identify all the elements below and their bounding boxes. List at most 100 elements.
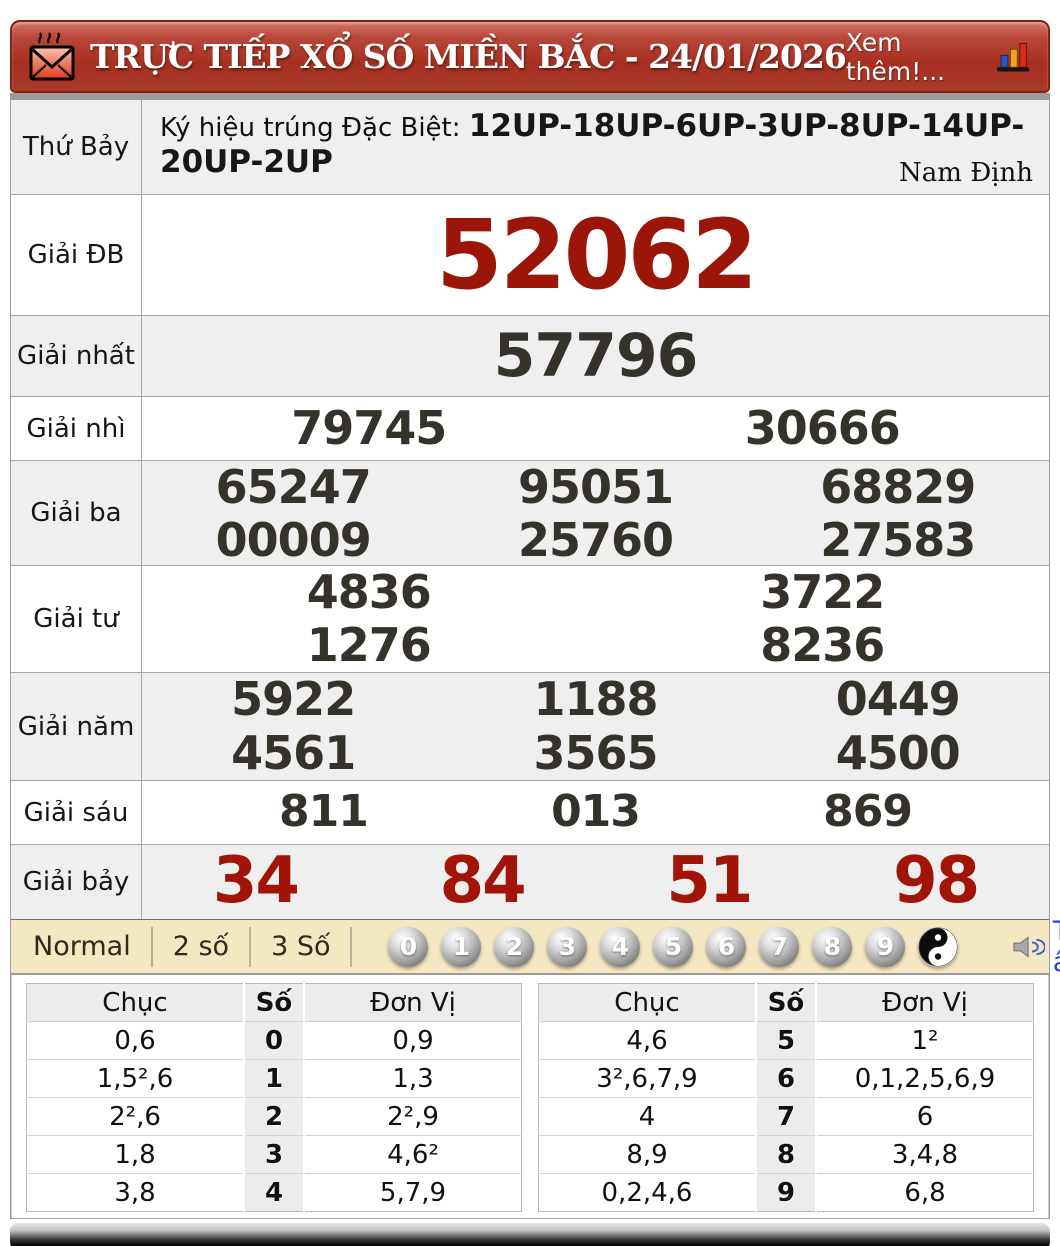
prize-number: 5922 xyxy=(231,672,356,727)
digit-ball-1[interactable]: 1 xyxy=(441,926,482,967)
mode-normal-button[interactable]: Normal xyxy=(21,926,153,967)
chuc-cell: 8,9 xyxy=(538,1135,756,1174)
prize-number: 00009 xyxy=(215,512,372,567)
prize-number: 95051 xyxy=(517,460,674,514)
prize-label: Giải nhất xyxy=(11,316,142,396)
col-header-so: Số xyxy=(243,983,305,1022)
chuc-cell: 3,8 xyxy=(114,1177,156,1208)
prize-numbers: 52062 xyxy=(142,195,1049,315)
chuc-cell: 3²,6,7,9 xyxy=(538,1059,756,1098)
bar-chart-icon[interactable] xyxy=(996,38,1032,76)
digit-ball-0[interactable]: 0 xyxy=(388,926,429,967)
results-table: Thứ Bảy Ký hiệu trúng Đặc Biệt: 12UP-18U… xyxy=(10,93,1060,1219)
prize-row-seventh: Giải bảy 34 84 51 98 xyxy=(11,844,1049,919)
digit-ball-2[interactable]: 2 xyxy=(494,926,535,967)
prize-number: 3565 xyxy=(533,725,658,780)
speaker-icon xyxy=(1013,935,1045,958)
so-cell: 2 xyxy=(243,1097,305,1136)
digit-ball-3[interactable]: 3 xyxy=(547,926,588,967)
digit-ball-9[interactable]: 9 xyxy=(865,926,906,967)
prize-number: 52062 xyxy=(436,198,758,311)
prize-number: 57796 xyxy=(493,320,699,391)
sign-cell: Ký hiệu trúng Đặc Biệt: 12UP-18UP-6UP-3U… xyxy=(142,100,1049,194)
table-row: 0,2,4,6 9 6,8 xyxy=(539,1173,1034,1212)
so-cell: 3 xyxy=(243,1135,305,1174)
prize-numbers: 4836 3722 1276 8236 xyxy=(142,566,1049,672)
digit-ball-8[interactable]: 8 xyxy=(812,926,853,967)
table-row: 1,8 3 4,6² xyxy=(26,1135,522,1174)
so-cell: 8 xyxy=(755,1135,817,1174)
donvi-cell: 5,7,9 xyxy=(379,1177,447,1208)
control-bar: Normal 2 số 3 Số 0 1 2 3 4 5 6 7 8 9 xyxy=(11,916,1060,978)
col-header-donvi: Đơn Vị xyxy=(816,983,1034,1022)
so-cell: 0 xyxy=(243,1021,305,1060)
table-row: 3,8 4 5,7,9 xyxy=(27,1173,522,1212)
col-header-so: Số xyxy=(755,983,817,1022)
digit-ball-6[interactable]: 6 xyxy=(706,926,747,967)
prize-number: 4500 xyxy=(835,725,961,780)
hot-envelope-icon xyxy=(29,31,75,80)
prize-number: 3722 xyxy=(760,565,885,620)
chuc-cell: 4,6 xyxy=(538,1021,756,1060)
chuc-cell: 4 xyxy=(538,1097,756,1136)
digit-ball-5[interactable]: 5 xyxy=(653,926,694,967)
prize-numbers: 5922 1188 0449 4561 3565 4500 xyxy=(142,673,1049,780)
donvi-cell: 4,6² xyxy=(304,1135,522,1174)
header-bar: TRỰC TIẾP XỔ SỐ MIỀN BẮC - 24/01/2026 Xe… xyxy=(10,20,1050,93)
prize-number: 013 xyxy=(551,786,641,838)
prize-number: 1188 xyxy=(533,672,658,727)
table-row: 2²,6 2 2²,9 xyxy=(26,1097,522,1136)
prize-number: 30666 xyxy=(744,401,901,456)
table-header-row: Chục Số Đơn Vị xyxy=(538,983,1034,1022)
donvi-cell: 0,9 xyxy=(304,1021,522,1060)
prize-row-fourth: Giải tư 4836 3722 1276 8236 xyxy=(11,565,1049,672)
prize-numbers: 65247 95051 68829 00009 25760 27583 xyxy=(142,460,1049,567)
prize-number: 51 xyxy=(666,844,753,919)
col-header-chuc: Chục xyxy=(26,983,244,1022)
yin-yang-ball-icon[interactable] xyxy=(918,927,958,967)
prize-number: 4836 xyxy=(306,565,432,620)
chuc-cell: 1,5²,6 xyxy=(26,1059,244,1098)
sign-prefix: Ký hiệu trúng Đặc Biệt: xyxy=(160,113,469,143)
lottery-widget: TRỰC TIẾP XỔ SỐ MIỀN BẮC - 24/01/2026 Xe… xyxy=(10,20,1060,1246)
prize-label: Giải ba xyxy=(11,461,142,565)
col-header-donvi: Đơn Vị xyxy=(304,983,522,1022)
so-cell: 6 xyxy=(755,1059,817,1098)
prize-row-special: Giải ĐB 52062 xyxy=(11,194,1049,315)
page-title: TRỰC TIẾP XỔ SỐ MIỀN BẮC - 24/01/2026 xyxy=(90,37,847,76)
chuc-cell: 0,2,4,6 xyxy=(601,1177,693,1208)
chuc-cell: 0,6 xyxy=(26,1021,244,1060)
prize-row-sixth: Giải sáu 811 013 869 xyxy=(11,780,1049,844)
prize-number: 27583 xyxy=(820,512,976,567)
mute-button[interactable]: Tắt âm xyxy=(1012,916,1060,978)
prize-number: 84 xyxy=(439,844,527,919)
donvi-cell: 1² xyxy=(816,1021,1034,1060)
prize-number: 869 xyxy=(823,786,913,838)
chuc-cell: 2²,6 xyxy=(26,1097,244,1136)
digit-ball-7[interactable]: 7 xyxy=(759,926,800,967)
table-header-row: Chục Số Đơn Vị xyxy=(26,983,522,1022)
so-cell: 4 xyxy=(243,1173,305,1212)
prize-number: 65247 xyxy=(215,460,372,514)
donvi-cell: 0,1,2,5,6,9 xyxy=(816,1059,1034,1098)
sign-row: Thứ Bảy Ký hiệu trúng Đặc Biệt: 12UP-18U… xyxy=(11,100,1049,194)
col-header-chuc: Chục xyxy=(538,983,756,1022)
prize-label: Giải sáu xyxy=(11,781,142,844)
prize-number: 4561 xyxy=(231,725,356,780)
mode-3so-button[interactable]: 3 Số xyxy=(251,926,353,967)
prize-number: 68829 xyxy=(820,460,976,514)
see-more-link[interactable]: Xem thêm!... xyxy=(846,28,984,86)
prize-number: 811 xyxy=(278,786,369,838)
digit-ball-4[interactable]: 4 xyxy=(600,926,641,967)
prize-row-second: Giải nhì 79745 30666 xyxy=(11,396,1049,460)
table-row: 4,6 5 1² xyxy=(538,1021,1034,1060)
prize-number: 1276 xyxy=(306,618,432,673)
prize-number: 0449 xyxy=(835,672,961,727)
prize-number: 34 xyxy=(212,844,300,919)
prize-row-fifth: Giải năm 5922 1188 0449 4561 3565 4500 xyxy=(11,672,1049,780)
prize-row-third: Giải ba 65247 95051 68829 00009 25760 27… xyxy=(11,460,1049,567)
digit-table-right: Chục Số Đơn Vị 4,6 5 1² 3²,6,7,9 6 0,1,2,5,6… xyxy=(538,983,1034,1212)
donvi-cell: 6,8 xyxy=(904,1177,946,1208)
table-row: 8,9 8 3,4,8 xyxy=(538,1135,1034,1174)
mode-2so-button[interactable]: 2 số xyxy=(153,926,252,967)
